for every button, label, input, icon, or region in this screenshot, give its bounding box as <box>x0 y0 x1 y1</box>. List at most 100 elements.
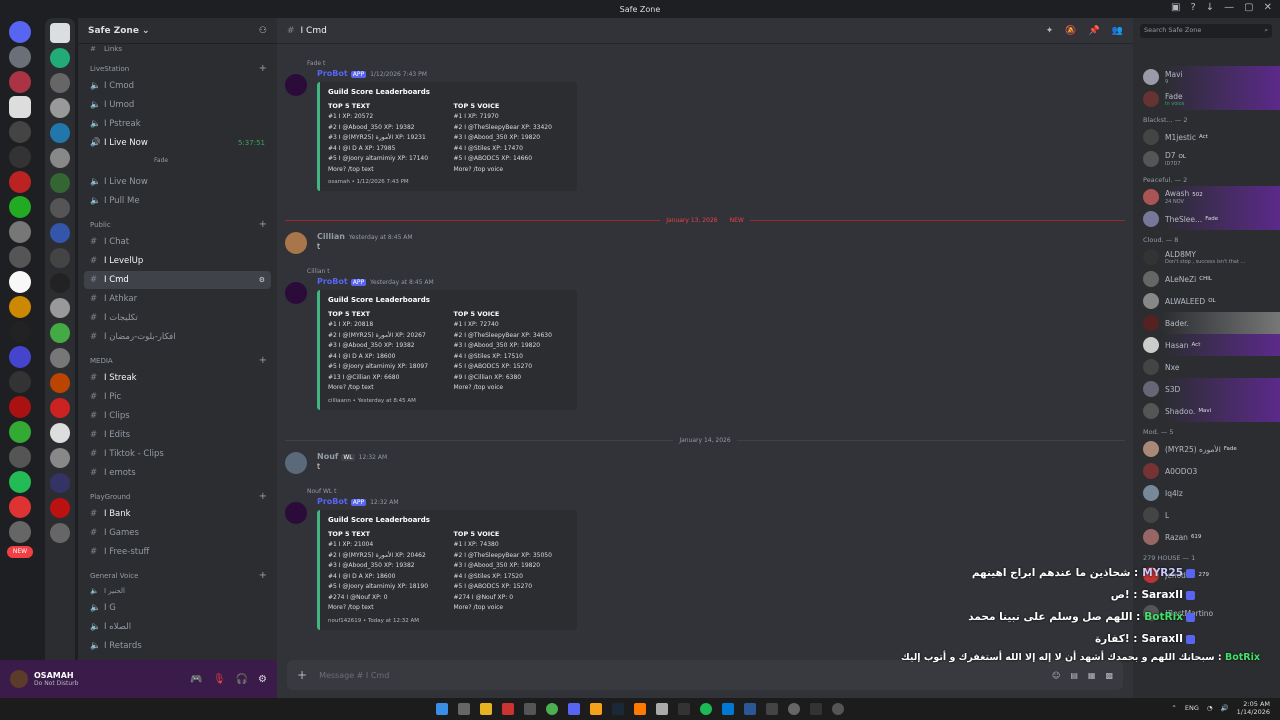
message-input[interactable]: Message # I Cmd <box>319 671 389 680</box>
channel-clips[interactable]: # I Clips <box>84 407 271 425</box>
member-item[interactable]: ALWALEED OL <box>1133 290 1280 312</box>
server-icon[interactable] <box>50 198 70 218</box>
server-icon[interactable] <box>50 373 70 393</box>
discord-home-icon[interactable] <box>9 21 31 43</box>
channel-pic[interactable]: # I Pic <box>84 388 271 406</box>
server-icon[interactable] <box>9 521 31 543</box>
add-channel-icon[interactable]: + <box>259 219 267 230</box>
app-icon[interactable] <box>810 703 822 715</box>
help-icon[interactable]: ? <box>1190 2 1195 13</box>
server-icon[interactable] <box>9 146 31 168</box>
server-icon[interactable] <box>9 196 31 218</box>
chrome-icon[interactable] <box>546 703 558 715</box>
channel-arabic-1[interactable]: # I تكليجات <box>84 309 271 327</box>
server-icon[interactable] <box>50 123 70 143</box>
member-item[interactable]: M1jestic Act <box>1133 126 1280 148</box>
add-channel-icon[interactable]: + <box>259 491 267 502</box>
member-item[interactable]: Fade In voice <box>1133 88 1280 110</box>
server-icon[interactable] <box>9 171 31 193</box>
server-icon[interactable] <box>50 348 70 368</box>
member-item[interactable]: Mavi 9 <box>1133 66 1280 88</box>
channel-streak[interactable]: # I Streak <box>84 369 271 387</box>
windows-start-icon[interactable] <box>436 703 448 715</box>
channel-voice-1[interactable]: 🔈 I الحنير <box>84 584 271 598</box>
channel-chat[interactable]: # I Chat <box>84 233 271 251</box>
category-livestation[interactable]: LiveStation + <box>78 55 277 77</box>
server-icon[interactable] <box>50 398 70 418</box>
tray-chevron-icon[interactable]: ⌃ <box>1171 704 1176 712</box>
add-channel-icon[interactable]: + <box>259 63 267 74</box>
spotify-icon[interactable] <box>700 703 712 715</box>
server-icon[interactable] <box>9 321 31 343</box>
member-item[interactable]: Hasan Act <box>1133 334 1280 356</box>
app-icon[interactable] <box>744 703 756 715</box>
deafen-icon[interactable]: 🎧 <box>236 674 248 685</box>
member-item[interactable]: TheSlee... Fade <box>1133 208 1280 230</box>
server-icon[interactable] <box>50 73 70 93</box>
wifi-icon[interactable]: ◔ <box>1207 704 1213 712</box>
settings-icon[interactable]: ⚙ <box>259 276 265 284</box>
avatar[interactable] <box>10 670 28 688</box>
member-item[interactable]: Awash 502 24 NOV <box>1133 186 1280 208</box>
author-name[interactable]: ProBot <box>317 69 348 78</box>
server-icon[interactable] <box>9 96 31 118</box>
server-icon[interactable] <box>9 496 31 518</box>
channel-free-stuff[interactable]: # I Free-stuff <box>84 543 271 561</box>
member-item[interactable]: ALD8MY Don't stop , success isn't that ..… <box>1133 246 1280 268</box>
author-name[interactable]: ProBot <box>317 277 348 286</box>
app-icon[interactable] <box>788 703 800 715</box>
category-general-voice[interactable]: General Voice + <box>78 562 277 584</box>
server-icon[interactable] <box>9 121 31 143</box>
member-item[interactable]: Shadoo. Mavi <box>1133 400 1280 422</box>
reply-preview[interactable]: Nouf WL t <box>307 488 1125 495</box>
app-icon[interactable] <box>634 703 646 715</box>
author-name[interactable]: ProBot <box>317 497 348 506</box>
member-item[interactable]: Bader. <box>1133 312 1280 334</box>
channel-edits[interactable]: # I Edits <box>84 426 271 444</box>
reply-preview[interactable]: Cillian t <box>307 268 1125 275</box>
add-channel-icon[interactable]: + <box>259 570 267 581</box>
pin-icon[interactable]: 📌 <box>1089 26 1100 36</box>
channel-athkar[interactable]: # I Athkar <box>84 290 271 308</box>
gear-icon[interactable]: ⚙ <box>258 674 267 685</box>
volume-icon[interactable]: 🔊 <box>1221 704 1229 712</box>
server-icon[interactable] <box>50 473 70 493</box>
invite-icon[interactable]: ⚇ <box>259 26 267 36</box>
server-icon[interactable] <box>9 46 31 68</box>
add-channel-icon[interactable]: + <box>259 355 267 366</box>
inbox-icon[interactable]: ▣ <box>1171 2 1180 13</box>
download-icon[interactable]: ↓ <box>1206 2 1214 13</box>
avatar[interactable] <box>285 232 307 254</box>
member-item[interactable]: ALeNeZi CHIL <box>1133 268 1280 290</box>
threads-icon[interactable]: ✦ <box>1046 26 1054 36</box>
voice-user[interactable]: Fade <box>84 153 271 167</box>
clock[interactable]: 2:05 AM 1/14/2026 <box>1237 700 1270 716</box>
member-item[interactable]: Nxe <box>1133 356 1280 378</box>
server-icon[interactable] <box>50 173 70 193</box>
notification-bell-icon[interactable]: 🔕 <box>1065 26 1076 36</box>
channel-umod[interactable]: 🔈 I Umod <box>84 96 271 114</box>
reply-preview[interactable]: Fade t <box>307 60 1125 67</box>
server-icon[interactable] <box>9 421 31 443</box>
app-icon[interactable] <box>590 703 602 715</box>
app-icon[interactable] <box>524 703 536 715</box>
avatar[interactable] <box>285 502 307 524</box>
member-item[interactable]: (MYR25) الأموره Fade <box>1133 438 1280 460</box>
search-input[interactable]: Search Safe Zone ⌕ <box>1140 24 1272 38</box>
app-icon[interactable] <box>832 703 844 715</box>
close-button[interactable]: ✕ <box>1264 2 1272 13</box>
member-item[interactable]: A0ODO3 <box>1133 460 1280 482</box>
server-icon[interactable] <box>50 98 70 118</box>
mute-mic-icon[interactable]: 🎙 <box>213 674 226 685</box>
folder-icon[interactable] <box>50 23 70 43</box>
server-icon[interactable] <box>9 396 31 418</box>
app-icon[interactable] <box>656 703 668 715</box>
server-icon[interactable] <box>9 471 31 493</box>
category-playground[interactable]: PlayGround + <box>78 483 277 505</box>
channel-pull-me[interactable]: 🔈 I Pull Me <box>84 192 271 210</box>
channel-arabic-2[interactable]: # I افكار-بلوت-رمضان <box>84 328 271 346</box>
server-icon[interactable] <box>9 446 31 468</box>
server-icon[interactable] <box>50 273 70 293</box>
file-explorer-icon[interactable] <box>480 703 492 715</box>
maximize-button[interactable]: ▢ <box>1244 2 1253 13</box>
